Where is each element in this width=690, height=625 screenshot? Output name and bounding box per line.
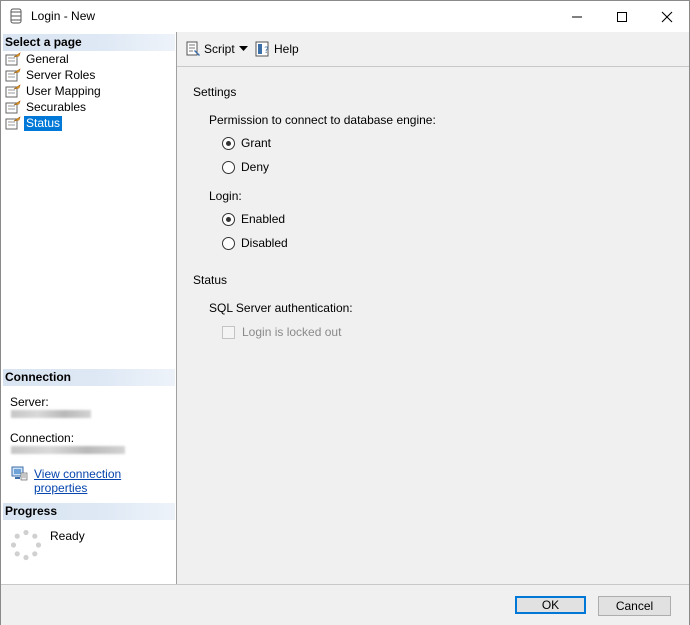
locked-out-checkbox[interactable]: Login is locked out <box>222 325 341 339</box>
help-icon: ? <box>255 41 269 57</box>
page-item-server-roles[interactable]: Server Roles <box>5 67 97 83</box>
server-label: Server: <box>10 395 49 409</box>
grant-label: Grant <box>241 136 272 150</box>
disabled-radio-indicator[interactable] <box>222 236 235 250</box>
locked-out-checkbox-box[interactable] <box>222 325 235 339</box>
settings-label: Settings <box>193 85 237 99</box>
deny-radio[interactable]: Deny <box>222 160 269 174</box>
script-label: Script <box>204 42 235 56</box>
progress-status: Ready <box>50 529 85 543</box>
view-connection-properties-link[interactable]: View connection properties <box>34 467 176 495</box>
toolbar: Script ? Help <box>177 32 689 67</box>
page-item-label: Server Roles <box>26 67 96 82</box>
disabled-radio[interactable]: Disabled <box>222 236 288 250</box>
minimize-button[interactable] <box>554 1 600 32</box>
page-item-label: User Mapping <box>26 83 101 98</box>
button-bar: OK Cancel <box>1 584 689 625</box>
right-pane: Script ? Help Settings Permission to con… <box>177 32 689 584</box>
connection-value-redacted <box>11 446 125 454</box>
chevron-down-icon <box>239 46 248 51</box>
page-item-label: Securables <box>26 99 87 114</box>
progress-header: Progress <box>3 503 175 520</box>
page-wrench-icon <box>5 100 21 114</box>
login-new-dialog: Login - New Select a page General Server… <box>0 0 690 625</box>
page-item-status[interactable]: Status <box>5 115 63 131</box>
locked-out-label: Login is locked out <box>242 325 342 339</box>
script-dropdown-button[interactable] <box>239 46 248 51</box>
server-value-redacted <box>11 410 91 418</box>
connection-properties-icon <box>11 466 28 481</box>
page-wrench-icon <box>5 84 21 98</box>
maximize-icon <box>617 11 627 22</box>
minimize-icon <box>572 16 582 17</box>
permission-label: Permission to connect to database engine… <box>209 113 436 127</box>
window-title: Login - New <box>31 9 96 23</box>
grant-radio[interactable]: Grant <box>222 136 271 150</box>
deny-label: Deny <box>241 160 270 174</box>
script-button[interactable]: Script <box>185 41 235 57</box>
maximize-button[interactable] <box>599 1 645 32</box>
ok-button[interactable]: OK <box>515 596 586 614</box>
page-item-label: General <box>26 51 69 66</box>
login-label: Login: <box>209 189 242 203</box>
progress-spinner-icon <box>10 529 42 561</box>
disabled-label: Disabled <box>241 236 288 250</box>
deny-radio-indicator[interactable] <box>222 160 235 174</box>
page-wrench-icon <box>5 52 21 66</box>
sql-auth-label: SQL Server authentication: <box>209 301 353 315</box>
enabled-radio-indicator[interactable] <box>222 212 235 226</box>
select-page-header: Select a page <box>3 34 175 51</box>
help-button[interactable]: ? Help <box>255 41 299 57</box>
page-item-securables[interactable]: Securables <box>5 99 88 115</box>
svg-text:?: ? <box>264 46 269 56</box>
connection-header: Connection <box>3 369 175 386</box>
enabled-radio[interactable]: Enabled <box>222 212 285 226</box>
page-item-label: Status <box>24 115 63 131</box>
connection-label: Connection: <box>10 431 75 445</box>
help-label: Help <box>274 42 299 56</box>
grant-radio-indicator[interactable] <box>222 136 235 150</box>
script-icon <box>186 41 200 56</box>
cancel-button[interactable]: Cancel <box>598 596 671 616</box>
left-pane: Select a page General Server Roles User … <box>1 32 177 584</box>
title-bar[interactable]: Login - New <box>1 1 689 32</box>
close-icon <box>661 11 673 22</box>
page-item-user-mapping[interactable]: User Mapping <box>5 83 103 99</box>
status-section-label: Status <box>193 273 228 287</box>
database-icon <box>10 8 22 24</box>
close-button[interactable] <box>644 1 690 32</box>
page-item-general[interactable]: General <box>5 51 71 67</box>
enabled-label: Enabled <box>241 212 286 226</box>
page-wrench-icon <box>5 116 21 130</box>
page-wrench-icon <box>5 68 21 82</box>
